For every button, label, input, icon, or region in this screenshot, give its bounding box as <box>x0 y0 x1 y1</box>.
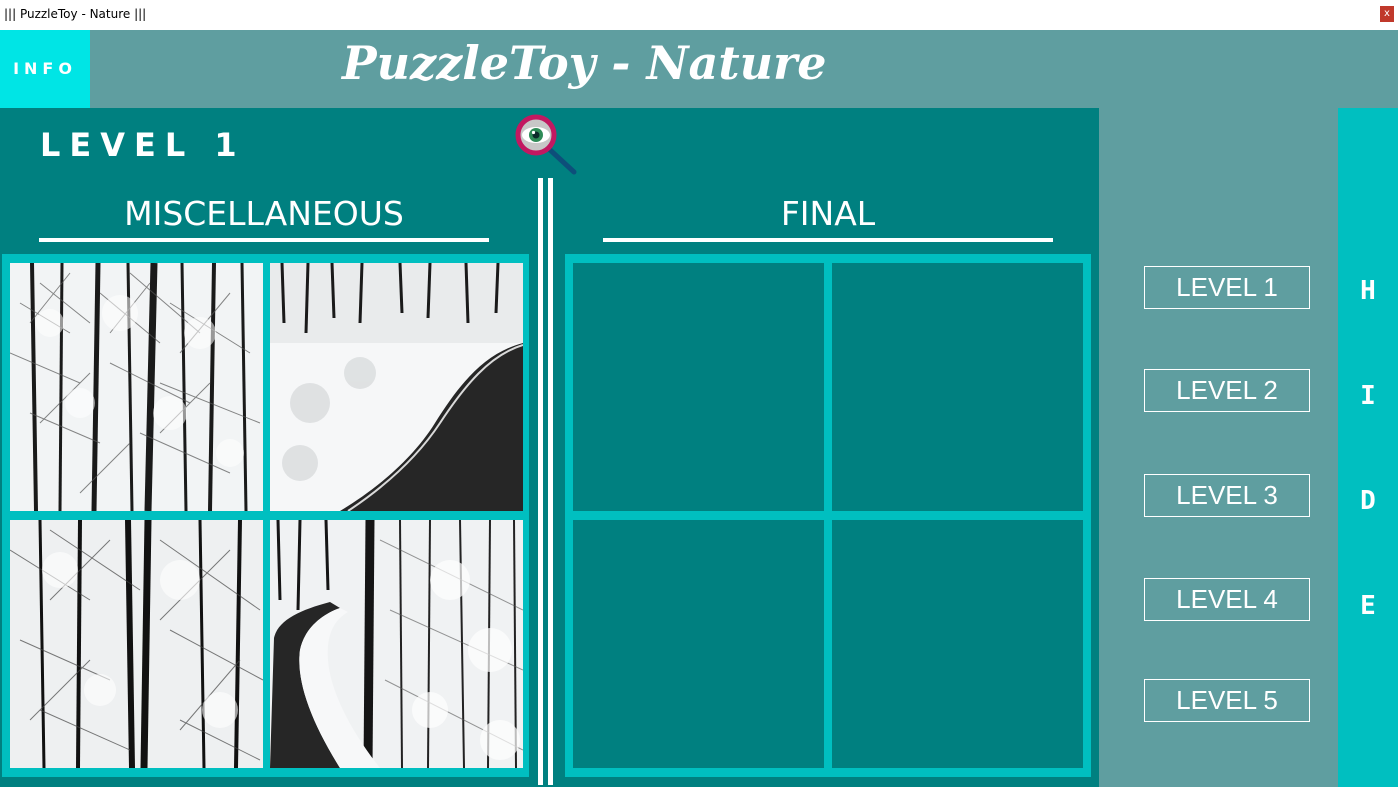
window-titlebar: ||| PuzzleToy - Nature ||| x <box>0 0 1398 30</box>
snow-forest-image <box>10 263 263 511</box>
app-title: PuzzleToy - Nature <box>342 36 827 90</box>
level-3-button[interactable]: LEVEL 3 <box>1144 474 1310 517</box>
puzzle-piece-1[interactable] <box>10 263 263 511</box>
misc-heading: MISCELLANEOUS <box>124 194 404 233</box>
level-5-button[interactable]: LEVEL 5 <box>1144 679 1310 722</box>
final-slot-4[interactable] <box>832 520 1083 768</box>
divider-right-line <box>548 178 553 785</box>
puzzle-piece-4[interactable] <box>270 520 523 768</box>
snow-road-image <box>270 263 523 511</box>
final-slot-3[interactable] <box>573 520 824 768</box>
misc-underline <box>39 238 489 242</box>
final-heading: FINAL <box>780 194 876 233</box>
level-sidebar: LEVEL 1 LEVEL 2 LEVEL 3 LEVEL 4 LEVEL 5 <box>1099 108 1339 787</box>
final-slot-2[interactable] <box>832 263 1083 511</box>
level-4-button[interactable]: LEVEL 4 <box>1144 578 1310 621</box>
level-2-button[interactable]: LEVEL 2 <box>1144 369 1310 412</box>
window-title: ||| PuzzleToy - Nature ||| <box>4 7 147 21</box>
puzzle-board: LEVEL 1 MISCELLANEOUS FINAL <box>0 108 1099 787</box>
puzzle-piece-2[interactable] <box>270 263 523 511</box>
hide-letter-i: I <box>1360 381 1376 411</box>
hide-sidebar-toggle[interactable]: H I D E <box>1338 108 1398 787</box>
info-button[interactable]: INFO <box>0 30 90 108</box>
level-title: LEVEL 1 <box>40 126 246 164</box>
close-button[interactable]: x <box>1380 6 1394 22</box>
misc-grid <box>2 254 529 777</box>
snow-forest-image <box>10 520 263 768</box>
final-grid <box>565 254 1091 777</box>
hide-letter-e: E <box>1360 591 1376 621</box>
final-underline <box>603 238 1053 242</box>
eye-magnifier-icon[interactable] <box>514 114 580 178</box>
snow-road-forest-image <box>270 520 523 768</box>
final-slot-1[interactable] <box>573 263 824 511</box>
divider-left-line <box>538 178 543 785</box>
app-header: INFO PuzzleToy - Nature <box>0 30 1398 108</box>
hide-letter-h: H <box>1360 276 1376 306</box>
puzzle-piece-3[interactable] <box>10 520 263 768</box>
level-1-button[interactable]: LEVEL 1 <box>1144 266 1310 309</box>
hide-letter-d: D <box>1360 486 1376 516</box>
